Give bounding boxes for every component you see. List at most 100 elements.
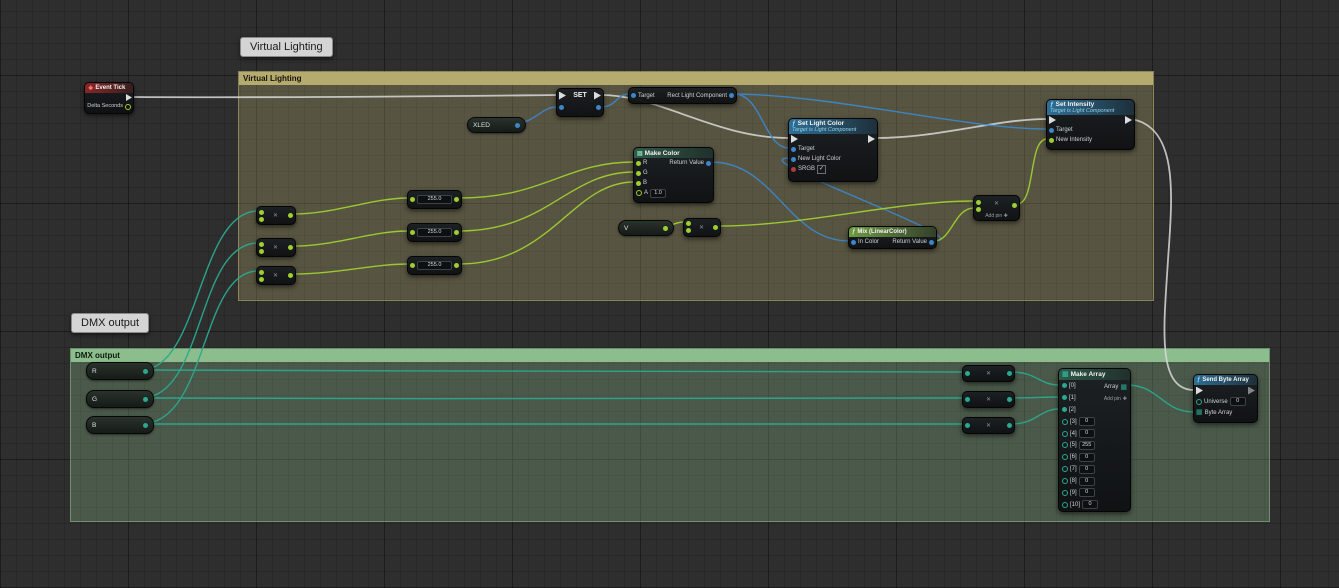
node-rect-light-component[interactable]: Target Rect Light Component xyxy=(628,87,737,104)
node-divide-255-2[interactable]: 255.0 xyxy=(407,223,462,242)
op-input-b-pin[interactable] xyxy=(259,249,264,254)
comment-title-dmx-output[interactable]: DMX output xyxy=(71,349,1269,362)
new-intensity-input-pin[interactable] xyxy=(1049,138,1054,143)
comment-title-virtual-lighting[interactable]: Virtual Lighting xyxy=(239,72,1153,85)
a-value-field[interactable]: 1.0 xyxy=(650,189,666,198)
xled-getter-output-pin[interactable] xyxy=(515,123,520,128)
byte-op-input-pin[interactable] xyxy=(965,423,970,428)
exec-out-pin[interactable] xyxy=(1125,116,1132,124)
op-input-a-pin[interactable] xyxy=(259,242,264,247)
array-element-pin[interactable] xyxy=(1062,431,1068,437)
array-element-pin[interactable] xyxy=(1062,454,1068,460)
add-pin-label[interactable]: Add pin xyxy=(985,213,1002,219)
exec-in-pin[interactable] xyxy=(1049,116,1056,124)
mult-input-a-pin[interactable] xyxy=(686,221,691,226)
op-input-a-pin[interactable] xyxy=(259,210,264,215)
b-input-pin[interactable] xyxy=(636,181,641,186)
node-divide-255-3[interactable]: 255.0 xyxy=(407,256,462,275)
array-element-value[interactable]: 0 xyxy=(1079,453,1095,462)
target-input-pin[interactable] xyxy=(631,93,636,98)
exec-in-pin[interactable] xyxy=(791,135,798,143)
add-pin-icon[interactable]: ✚ xyxy=(1123,396,1127,402)
node-v-getter[interactable]: V xyxy=(618,220,674,236)
new-light-color-input-pin[interactable] xyxy=(791,157,796,162)
r-output-pin[interactable] xyxy=(143,369,148,374)
div-output-pin[interactable] xyxy=(454,263,459,268)
node-send-byte-array[interactable]: ƒ Send Byte Array Universe 0 ▦ Byte Arra… xyxy=(1193,374,1258,423)
byte-op-input-pin[interactable] xyxy=(965,397,970,402)
array-element-pin[interactable] xyxy=(1062,490,1068,496)
op-input-b-pin[interactable] xyxy=(259,277,264,282)
div-value-field[interactable]: 255.0 xyxy=(417,195,452,204)
node-set-xled[interactable]: SET xyxy=(556,88,604,117)
node-divide-255-1[interactable]: 255.0 xyxy=(407,190,462,209)
node-dmx-b-getter[interactable]: B xyxy=(86,416,154,434)
srgb-input-pin[interactable] xyxy=(791,167,796,172)
mult-output-pin[interactable] xyxy=(713,225,718,230)
universe-input-pin[interactable] xyxy=(1196,399,1202,405)
g-output-pin[interactable] xyxy=(143,397,148,402)
blueprint-canvas[interactable]: Virtual Lighting DMX output xyxy=(0,0,1339,588)
node-mix-linearcolor[interactable]: ƒ Mix (LinearColor) In Color Return Valu… xyxy=(848,226,937,249)
target-input-pin[interactable] xyxy=(791,147,796,152)
op-input-b-pin[interactable] xyxy=(259,217,264,222)
op-input-a-pin[interactable] xyxy=(259,270,264,275)
div-value-field[interactable]: 255.0 xyxy=(417,261,452,270)
byte-op-output-pin[interactable] xyxy=(1007,397,1012,402)
node-op-multiply-3[interactable]: ✕ xyxy=(256,266,296,285)
rect-light-output-pin[interactable] xyxy=(729,93,734,98)
return-value-pin[interactable] xyxy=(706,161,711,166)
v-getter-output-pin[interactable] xyxy=(663,226,668,231)
node-dmx-r-getter[interactable]: R xyxy=(86,362,154,380)
node-byte-op-2[interactable]: ✕ xyxy=(962,391,1015,408)
node-op-multiply-2[interactable]: ✕ xyxy=(256,238,296,257)
node-make-color[interactable]: ▤ Make Color R Return Value G B A 1.0 xyxy=(633,147,714,203)
exec-out-pin[interactable] xyxy=(126,94,132,101)
array-element-value[interactable]: 0 xyxy=(1082,500,1098,509)
array-element-value[interactable]: 0 xyxy=(1079,417,1095,426)
op-output-pin[interactable] xyxy=(288,273,293,278)
exec-out-pin[interactable] xyxy=(1248,387,1255,395)
node-byte-op-3[interactable]: ✕ xyxy=(962,417,1015,434)
array-element-value[interactable]: 0 xyxy=(1079,465,1095,474)
universe-value-field[interactable]: 0 xyxy=(1230,397,1246,406)
array-element-pin[interactable] xyxy=(1062,383,1067,388)
array-element-value[interactable]: 0 xyxy=(1079,429,1095,438)
exec-in-pin[interactable] xyxy=(1196,387,1203,395)
array-element-pin[interactable] xyxy=(1062,419,1068,425)
delta-seconds-pin[interactable] xyxy=(125,104,131,110)
srgb-checkbox[interactable]: ✓ xyxy=(817,165,826,174)
add-pin-label[interactable]: Add pin xyxy=(1104,396,1121,402)
array-element-pin[interactable] xyxy=(1062,442,1068,448)
mult-input-b-pin[interactable] xyxy=(686,228,691,233)
array-element-pin[interactable] xyxy=(1062,466,1068,472)
array-element-value[interactable]: 0 xyxy=(1079,488,1095,497)
div-output-pin[interactable] xyxy=(454,230,459,235)
byte-op-output-pin[interactable] xyxy=(1007,371,1012,376)
byte-array-input-pin[interactable]: ▦ xyxy=(1196,409,1203,416)
xled-output-pin[interactable] xyxy=(596,105,601,110)
scale-output-pin[interactable] xyxy=(1012,203,1017,208)
in-color-input-pin[interactable] xyxy=(851,240,856,245)
node-set-light-color[interactable]: ƒ Set Light Color Target is Light Compon… xyxy=(788,118,878,182)
node-byte-op-1[interactable]: ✕ xyxy=(962,365,1015,382)
div-input-pin[interactable] xyxy=(410,230,415,235)
r-input-pin[interactable] xyxy=(636,161,641,166)
array-element-pin[interactable] xyxy=(1062,478,1068,484)
byte-op-output-pin[interactable] xyxy=(1007,423,1012,428)
array-element-pin[interactable] xyxy=(1062,407,1067,412)
div-value-field[interactable]: 255.0 xyxy=(417,228,452,237)
array-element-pin[interactable] xyxy=(1062,502,1068,508)
div-output-pin[interactable] xyxy=(454,197,459,202)
node-multiply-small[interactable]: ✕ xyxy=(683,218,721,237)
node-make-array[interactable]: ▦ Make Array [0] [1] [2] [3]0 [4]0 [5]25… xyxy=(1058,368,1131,512)
b-output-pin[interactable] xyxy=(143,423,148,428)
op-output-pin[interactable] xyxy=(288,245,293,250)
return-value-pin[interactable] xyxy=(929,240,934,245)
add-pin-icon[interactable]: ✚ xyxy=(1004,213,1008,219)
node-dmx-g-getter[interactable]: G xyxy=(86,390,154,408)
array-element-value[interactable]: 0 xyxy=(1079,477,1095,486)
node-event-tick[interactable]: ❖ Event Tick Delta Seconds xyxy=(84,82,134,114)
array-output-pin[interactable]: ▦ xyxy=(1120,384,1127,391)
array-element-value[interactable]: 255 xyxy=(1079,441,1095,450)
